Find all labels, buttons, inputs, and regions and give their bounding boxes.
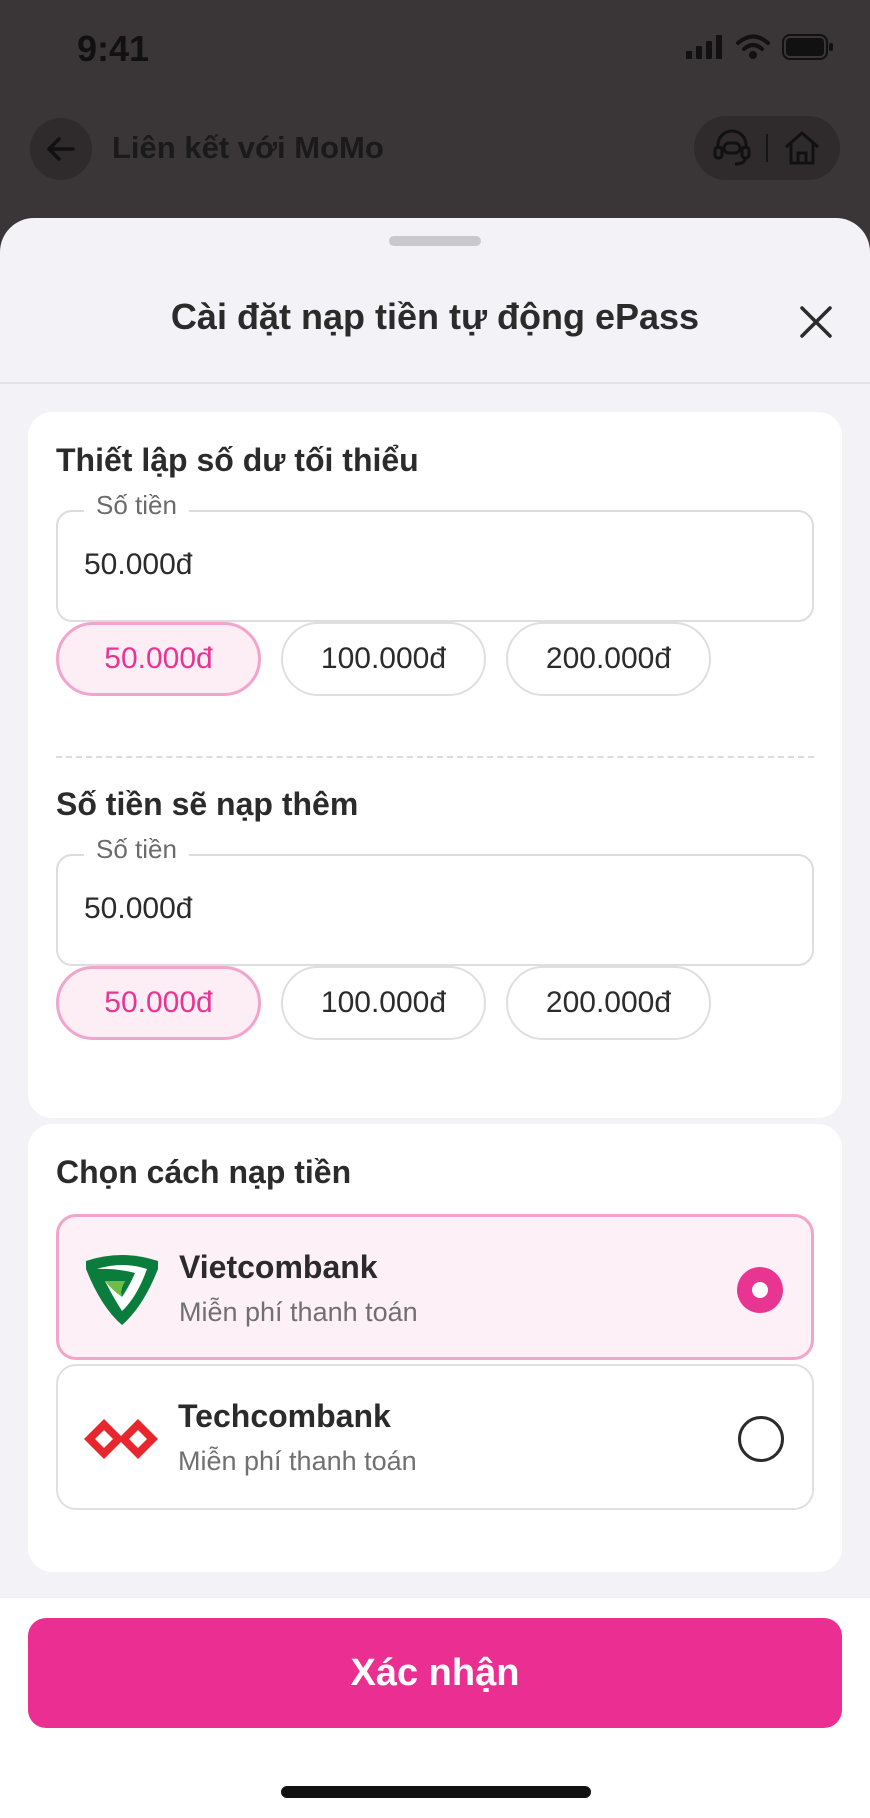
- min-balance-title: Thiết lập số dư tối thiểu: [56, 442, 419, 478]
- status-icons: [686, 34, 834, 60]
- support-agent-icon[interactable]: [711, 127, 753, 169]
- bank-name: Techcombank: [178, 1398, 391, 1434]
- radio-selected[interactable]: [737, 1267, 783, 1313]
- min-balance-chip-50000[interactable]: 50.000đ: [56, 622, 261, 696]
- topup-amount-field-value: 50.000đ: [84, 892, 193, 925]
- battery-icon: [782, 34, 833, 60]
- vietcombank-logo: [86, 1255, 158, 1325]
- min-balance-chip-200000[interactable]: 200.000đ: [506, 622, 711, 696]
- close-icon[interactable]: [796, 302, 836, 342]
- topup-chip-200000[interactable]: 200.000đ: [506, 966, 711, 1040]
- app-bar: Liên kết với MoMo: [0, 110, 870, 190]
- sheet-grabber[interactable]: [389, 236, 481, 246]
- sheet-footer: Xác nhận: [0, 1598, 870, 1818]
- bank-option-vietcombank[interactable]: Vietcombank Miễn phí thanh toán: [56, 1214, 814, 1360]
- home-indicator: [281, 1786, 591, 1798]
- actions-separator: [765, 134, 768, 162]
- section-divider: [56, 756, 814, 758]
- radio-unselected[interactable]: [738, 1416, 784, 1462]
- status-time: 9:41: [77, 28, 150, 69]
- min-balance-field-label: Số tiền: [84, 490, 189, 521]
- topup-amount-field[interactable]: Số tiền 50.000đ: [56, 834, 814, 966]
- status-bar: 9:41: [0, 0, 870, 100]
- auto-topup-sheet: Cài đặt nạp tiền tự động ePass Thiết lập…: [0, 218, 870, 1818]
- min-balance-chip-100000[interactable]: 100.000đ: [281, 622, 486, 696]
- bank-subtitle: Miễn phí thanh toán: [178, 1446, 417, 1476]
- sheet-divider: [0, 382, 870, 384]
- app-title: Liên kết với MoMo: [112, 130, 384, 165]
- techcombank-logo: [84, 1419, 158, 1459]
- topup-chip-50000[interactable]: 50.000đ: [56, 966, 261, 1040]
- sheet-title: Cài đặt nạp tiền tự động ePass: [170, 296, 700, 337]
- topup-amount-title: Số tiền sẽ nạp thêm: [56, 786, 359, 822]
- amount-settings-card: Thiết lập số dư tối thiểu Số tiền 50.000…: [28, 412, 842, 1118]
- topup-amount-chips: 50.000đ 100.000đ 200.000đ: [56, 966, 711, 1040]
- bank-option-techcombank[interactable]: Techcombank Miễn phí thanh toán: [56, 1364, 814, 1510]
- back-button[interactable]: [30, 118, 92, 180]
- home-icon[interactable]: [781, 127, 823, 169]
- topup-chip-100000[interactable]: 100.000đ: [281, 966, 486, 1040]
- payment-method-card: Chọn cách nạp tiền Vietcombank Miễn phí …: [28, 1124, 842, 1572]
- topup-amount-field-label: Số tiền: [84, 834, 189, 865]
- arrow-left-icon: [47, 137, 75, 161]
- min-balance-field-value: 50.000đ: [84, 548, 193, 581]
- signal-icon: [686, 35, 722, 59]
- bank-name: Vietcombank: [179, 1249, 378, 1285]
- bank-subtitle: Miễn phí thanh toán: [179, 1297, 418, 1327]
- min-balance-field[interactable]: Số tiền 50.000đ: [56, 490, 814, 622]
- confirm-button[interactable]: Xác nhận: [28, 1618, 842, 1728]
- min-balance-chips: 50.000đ 100.000đ 200.000đ: [56, 622, 711, 696]
- wifi-icon: [736, 34, 770, 59]
- app-actions: [694, 116, 840, 180]
- payment-method-title: Chọn cách nạp tiền: [56, 1154, 352, 1190]
